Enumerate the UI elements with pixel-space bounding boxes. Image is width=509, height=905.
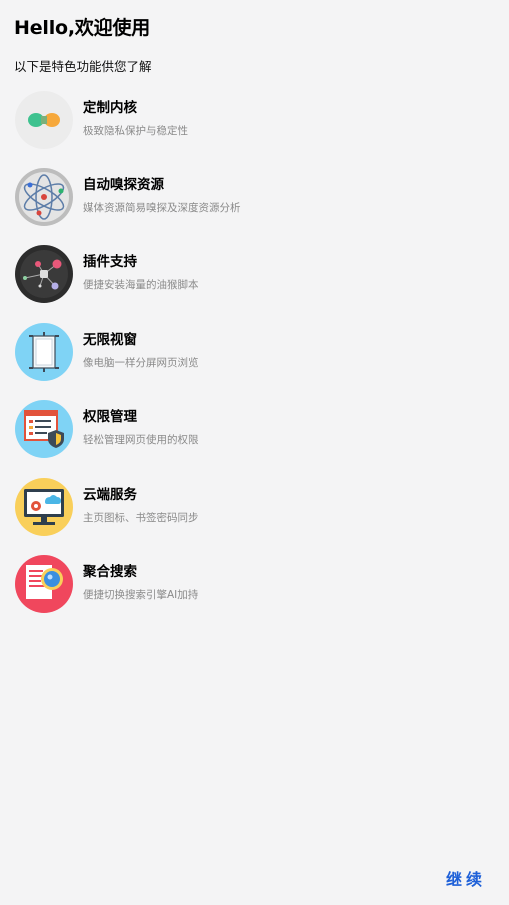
- search-magnifier-icon: [15, 555, 73, 613]
- feature-name: 聚合搜索: [83, 564, 137, 580]
- feature-desc: 极致隐私保护与稳定性: [83, 125, 188, 137]
- permission-shield-icon: [15, 400, 73, 458]
- feature-item-sniff: 自动嗅探资源 媒体资源简易嗅探及深度资源分析: [14, 167, 394, 229]
- feature-item-kernel: 定制内核 极致隐私保护与稳定性: [14, 90, 394, 152]
- window-icon: [15, 323, 73, 381]
- kernel-icon: [15, 91, 73, 149]
- feature-desc: 主页图标、书签密码同步: [83, 512, 199, 524]
- plugin-network-icon: [15, 245, 73, 303]
- feature-item-cloud: 云端服务 主页图标、书签密码同步: [14, 477, 394, 539]
- feature-name: 云端服务: [83, 487, 137, 503]
- feature-desc: 轻松管理网页使用的权限: [83, 434, 199, 446]
- feature-name: 定制内核: [83, 100, 137, 116]
- feature-desc: 媒体资源简易嗅探及深度资源分析: [83, 202, 241, 214]
- feature-name: 自动嗅探资源: [83, 177, 164, 193]
- feature-name: 权限管理: [83, 409, 137, 425]
- feature-desc: 便捷切换搜索引擎AI加持: [83, 589, 199, 601]
- cloud-sync-icon: [15, 478, 73, 536]
- atom-sniff-icon: [15, 168, 73, 226]
- feature-desc: 像电脑一样分屏网页浏览: [83, 357, 199, 369]
- page-title: Hello,欢迎使用: [14, 17, 151, 39]
- feature-name: 无限视窗: [83, 332, 137, 348]
- feature-item-window: 无限视窗 像电脑一样分屏网页浏览: [14, 322, 394, 384]
- feature-name: 插件支持: [83, 254, 137, 270]
- feature-item-search: 聚合搜索 便捷切换搜索引擎AI加持: [14, 554, 394, 616]
- page-subtitle: 以下是特色功能供您了解: [14, 59, 152, 74]
- feature-item-plugin: 插件支持 便捷安装海量的油猴脚本: [14, 244, 394, 306]
- feature-item-permission: 权限管理 轻松管理网页使用的权限: [14, 399, 394, 461]
- continue-button[interactable]: 继续: [446, 866, 486, 890]
- feature-desc: 便捷安装海量的油猴脚本: [83, 279, 199, 291]
